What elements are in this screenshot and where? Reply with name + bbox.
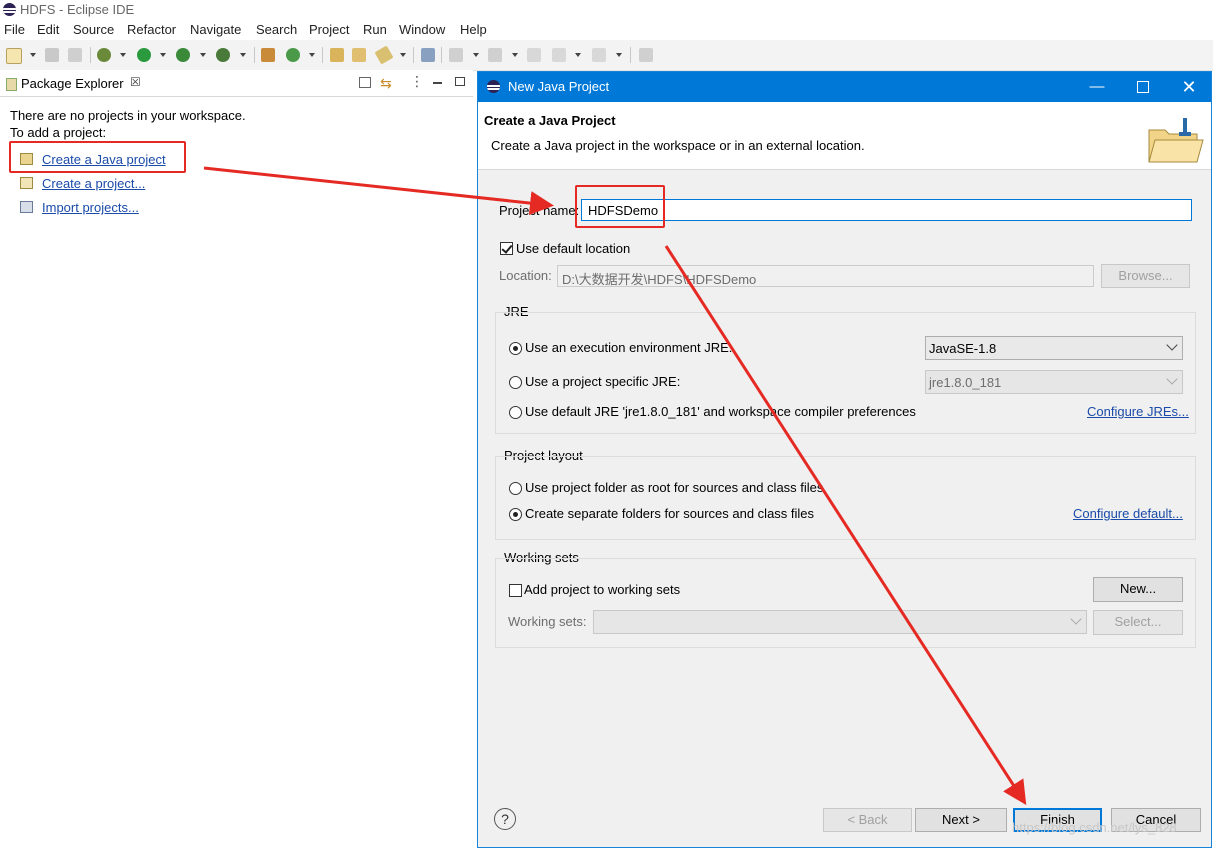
annotation-arrow-to-project-name (203, 166, 554, 216)
annotation-arrow-to-finish (664, 245, 1027, 806)
watermark-text: https://blog.csdn.net/lys_828 (1012, 820, 1177, 835)
annotation-arrows (203, 166, 1027, 806)
